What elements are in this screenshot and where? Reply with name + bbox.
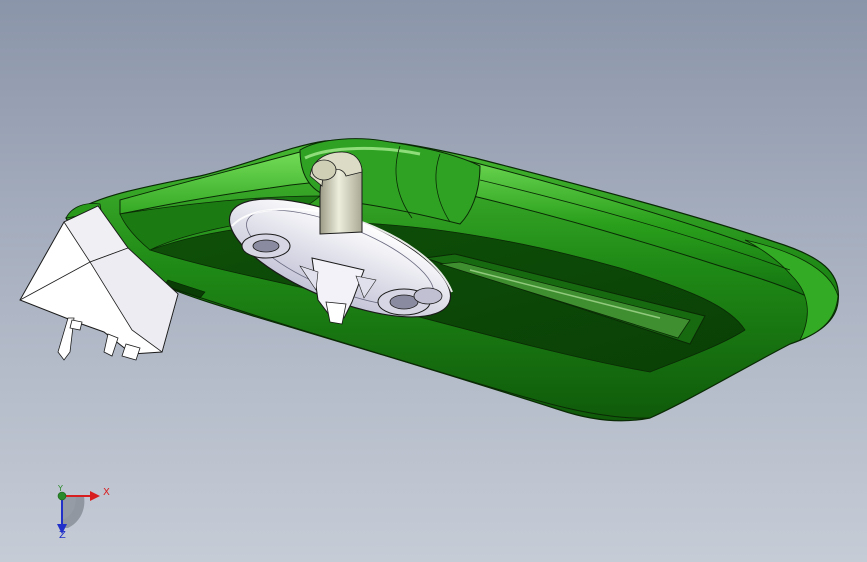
plug-tab bbox=[103, 333, 119, 357]
hub-boss-far bbox=[413, 287, 443, 305]
z-axis-label: Z bbox=[59, 530, 66, 541]
elbow-pipe-mouth bbox=[311, 159, 337, 181]
y-axis-label: Y bbox=[58, 484, 63, 493]
hub-boss-left-inner bbox=[252, 239, 280, 253]
x-axis-arrow bbox=[90, 491, 100, 501]
x-axis-label: X bbox=[103, 487, 110, 498]
3d-model[interactable] bbox=[0, 0, 867, 562]
cad-viewport[interactable]: X Y Z bbox=[0, 0, 867, 562]
plug-pin-tip bbox=[69, 319, 83, 331]
